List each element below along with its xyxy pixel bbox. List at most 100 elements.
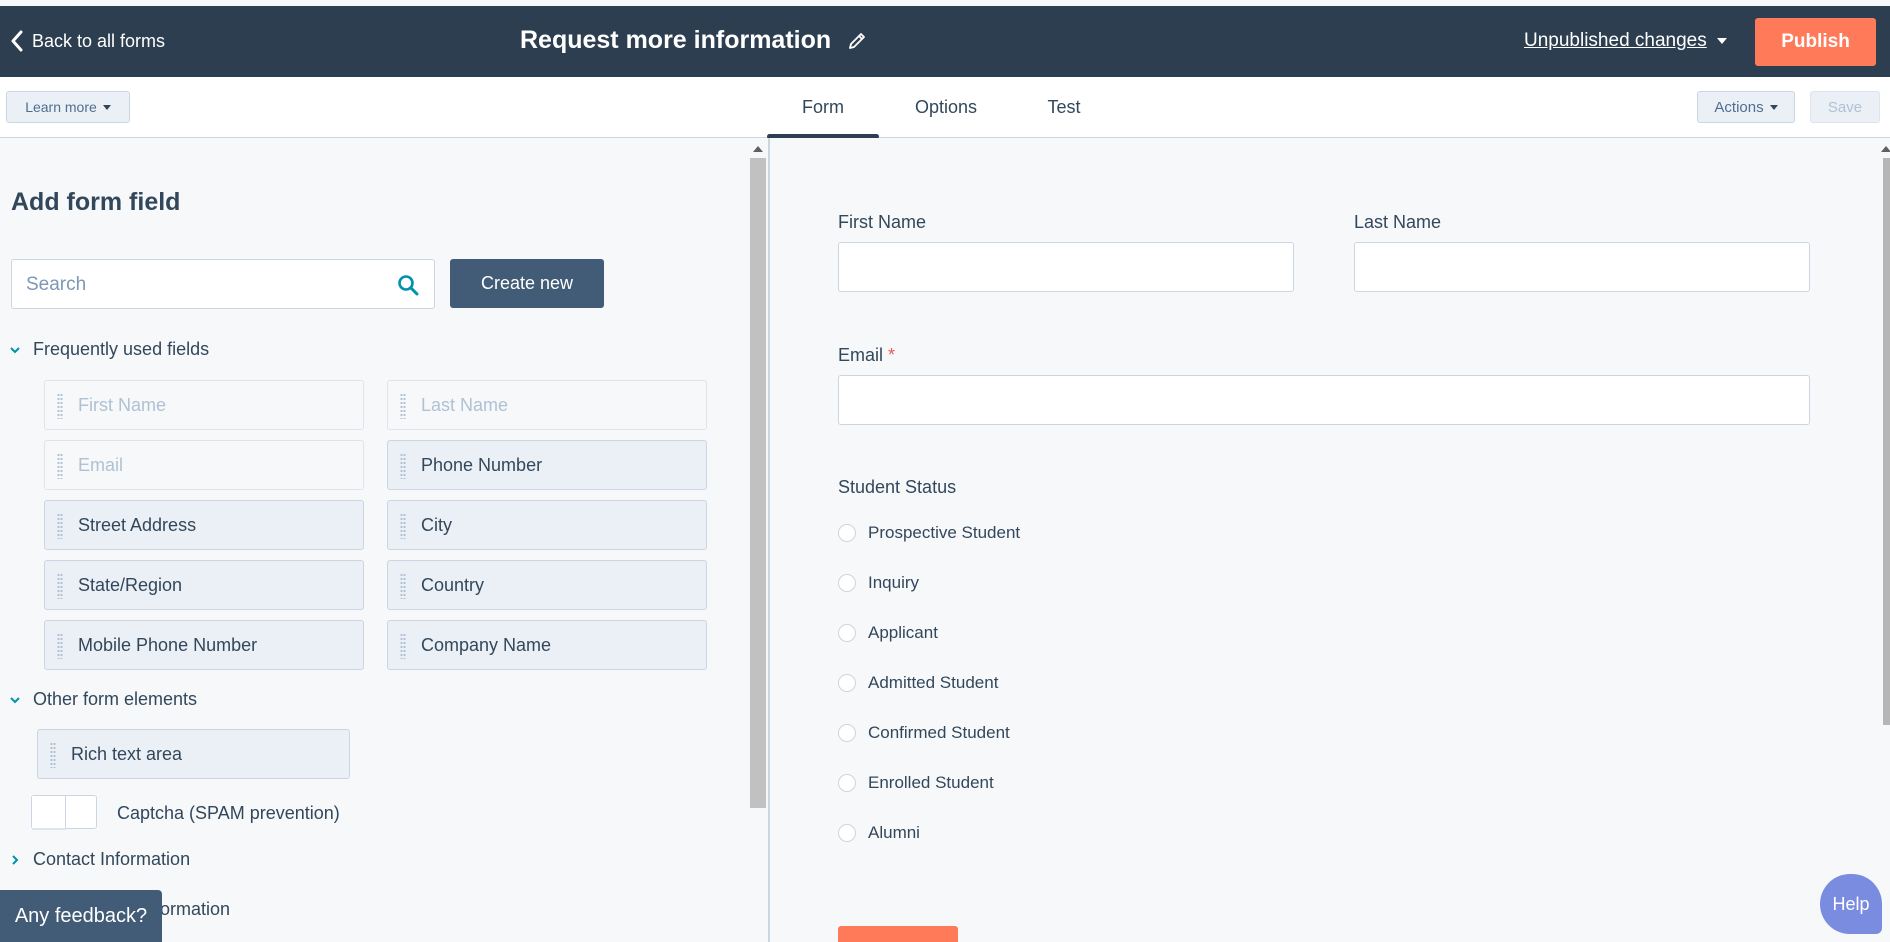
field-chip-country[interactable]: Country	[387, 560, 707, 610]
search-input[interactable]	[24, 272, 388, 298]
partial-section-heading[interactable]: ormation	[160, 899, 230, 920]
radio-label: Inquiry	[868, 573, 920, 592]
drag-handle-icon[interactable]	[400, 513, 406, 539]
tab-label: Test	[1047, 96, 1081, 117]
drag-handle-icon[interactable]	[400, 453, 406, 479]
field-chip-phone-number[interactable]: Phone Number	[387, 440, 707, 490]
publish-button[interactable]: Publish	[1755, 18, 1876, 66]
pencil-icon[interactable]	[847, 31, 867, 51]
frequently-used-fields-toggle[interactable]: Frequently used fields	[10, 339, 209, 360]
radio-button[interactable]	[838, 674, 856, 692]
radio-option[interactable]: Confirmed Student	[838, 723, 1010, 743]
form-title-text: Request more information	[520, 26, 832, 54]
drag-handle-icon[interactable]	[400, 573, 406, 599]
email-label-text: Email	[838, 345, 884, 365]
field-chip-label: Mobile Phone Number	[78, 634, 258, 655]
radio-button[interactable]	[838, 524, 856, 542]
radio-label: Applicant	[868, 623, 938, 642]
drag-handle-icon	[57, 393, 63, 419]
captcha-label: Captcha (SPAM prevention)	[117, 803, 340, 823]
learn-more-label: Learn more	[25, 99, 97, 115]
field-chip-email: Email	[44, 440, 364, 490]
field-chip-label: Phone Number	[421, 454, 543, 475]
back-to-all-forms-link[interactable]: Back to all forms	[10, 30, 165, 52]
radio-option[interactable]: Inquiry	[838, 573, 919, 593]
radio-button[interactable]	[838, 724, 856, 742]
first-name-label: First Name	[838, 212, 927, 232]
drag-handle-icon	[57, 453, 63, 479]
email-field[interactable]	[838, 375, 1810, 425]
field-chip-label: Last Name	[421, 394, 509, 415]
field-chip-mobile-phone-number[interactable]: Mobile Phone Number	[44, 620, 364, 670]
submit-button[interactable]	[838, 926, 958, 942]
scroll-up-arrow-icon[interactable]	[1881, 146, 1890, 152]
toggle-knob	[32, 796, 66, 828]
contact-information-toggle[interactable]: Contact Information	[10, 849, 190, 870]
captcha-toggle[interactable]	[31, 795, 97, 829]
radio-button[interactable]	[838, 624, 856, 642]
left-scrollbar-thumb[interactable]	[750, 158, 766, 808]
any-feedback-button[interactable]: Any feedback?	[0, 890, 162, 942]
first-name-field[interactable]	[838, 242, 1294, 292]
top-bar: Back to all forms Request more informati…	[0, 6, 1890, 77]
search-icon[interactable]	[397, 274, 419, 296]
radio-option[interactable]: Prospective Student	[838, 523, 1020, 543]
learn-more-dropdown[interactable]: Learn more	[6, 91, 130, 123]
back-label: Back to all forms	[32, 30, 166, 51]
drag-handle-icon[interactable]	[400, 633, 406, 659]
form-title[interactable]: Request more information	[520, 26, 867, 55]
last-name-field[interactable]	[1354, 242, 1810, 292]
radio-option[interactable]: Admitted Student	[838, 673, 998, 693]
tab-label: Form	[802, 96, 844, 117]
radio-label: Confirmed Student	[868, 723, 1010, 742]
caret-down-icon	[1716, 38, 1727, 44]
chevron-down-icon	[10, 696, 20, 703]
drag-handle-icon[interactable]	[57, 633, 63, 659]
email-label: Email *	[838, 345, 895, 366]
drag-handle-icon[interactable]	[57, 573, 63, 599]
radio-option[interactable]: Enrolled Student	[838, 773, 994, 793]
other-form-elements-toggle[interactable]: Other form elements	[10, 689, 197, 710]
actions-dropdown[interactable]: Actions	[1697, 91, 1795, 123]
radio-button[interactable]	[838, 774, 856, 792]
scroll-up-arrow-icon[interactable]	[753, 146, 763, 152]
help-button[interactable]: Help	[1820, 874, 1882, 934]
field-chip-rich-text-area[interactable]: Rich text area	[37, 729, 350, 779]
save-button[interactable]: Save	[1810, 91, 1880, 123]
radio-label: Alumni	[868, 823, 920, 842]
right-scrollbar-thumb[interactable]	[1883, 158, 1890, 725]
tab-options[interactable]: Options	[892, 77, 1000, 137]
tab-label: Options	[914, 96, 978, 117]
drag-handle-icon[interactable]	[57, 513, 63, 539]
field-chip-label: Email	[78, 454, 124, 475]
tab-test[interactable]: Test	[1024, 77, 1104, 137]
section-label: Contact Information	[33, 849, 191, 869]
radio-option[interactable]: Alumni	[838, 823, 920, 843]
add-form-field-heading: Add form field	[11, 188, 181, 216]
field-chip-label: State/Region	[78, 574, 183, 595]
chevron-right-icon	[12, 854, 19, 865]
field-chip-state-region[interactable]: State/Region	[44, 560, 364, 610]
unpublished-changes-dropdown[interactable]: Unpublished changes	[1524, 30, 1727, 52]
field-chip-label: Company Name	[421, 634, 552, 655]
caret-down-icon	[1769, 104, 1778, 110]
radio-button[interactable]	[838, 824, 856, 842]
create-new-button[interactable]: Create new	[450, 259, 604, 308]
radio-button[interactable]	[838, 574, 856, 592]
tab-form[interactable]: Form	[767, 77, 879, 139]
required-asterisk: *	[888, 345, 896, 365]
radio-option[interactable]: Applicant	[838, 623, 938, 643]
sub-bar: Learn more Form Options Test Actions Sav…	[0, 77, 1890, 139]
field-chip-label: Street Address	[78, 514, 197, 535]
chevron-down-icon	[10, 346, 20, 353]
field-chip-label: Country	[421, 574, 485, 595]
section-label: ormation	[160, 899, 231, 919]
field-chip-company-name[interactable]: Company Name	[387, 620, 707, 670]
drag-handle-icon[interactable]	[50, 742, 56, 768]
field-search[interactable]	[11, 259, 435, 309]
chevron-left-icon	[11, 30, 23, 52]
field-chip-street-address[interactable]: Street Address	[44, 500, 364, 550]
field-chip-label: City	[421, 514, 452, 535]
last-name-label: Last Name	[1354, 212, 1442, 232]
field-chip-city[interactable]: City	[387, 500, 707, 550]
